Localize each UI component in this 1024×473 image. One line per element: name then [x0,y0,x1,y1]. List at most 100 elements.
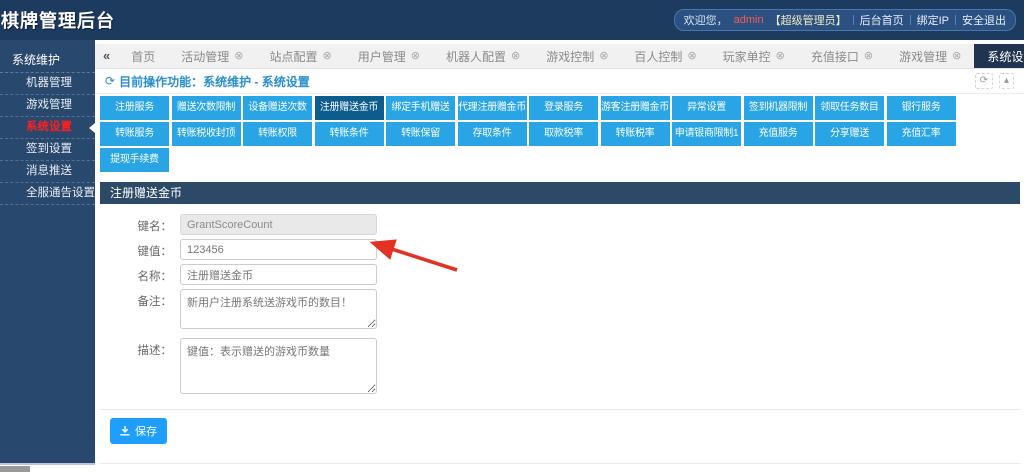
sidebar-item-label: 游戏管理 [26,99,72,111]
sidebar-item-game-management[interactable]: 游戏管理 [0,95,95,117]
tab-close-icon[interactable]: ⊗ [687,51,696,62]
tab-user-management[interactable]: 用户管理 ⊗ [345,44,433,68]
sidebar-item-message-push[interactable]: 消息推送 [0,161,95,183]
tab-hundred-player-control[interactable]: 百人控制 ⊗ [621,44,709,68]
refresh-icon[interactable]: ⟳ [975,73,993,89]
tabs-scroll-left-icon[interactable]: « [95,44,118,68]
settings-nav-button[interactable]: 提现手续费 [100,148,169,172]
tab-label: 百人控制 [634,48,682,65]
settings-nav-button[interactable]: 银行服务 [887,96,956,120]
tab-label: 机器人配置 [446,48,506,65]
settings-nav-button[interactable]: 申请银商限制1 [672,122,741,146]
tab-robot-config[interactable]: 机器人配置 ⊗ [433,44,533,68]
settings-nav-button[interactable]: 异常设置 [672,96,741,120]
settings-nav-button-active[interactable]: 注册赠送金币 [315,96,384,120]
divider [100,463,1020,464]
username: admin [734,14,764,26]
form-row-key-value: 键值： [112,239,1024,260]
settings-nav-button[interactable]: 转账税率 [601,122,670,146]
tab-label: 玩家单控 [723,48,771,65]
tab-game-control[interactable]: 游戏控制 ⊗ [533,44,621,68]
settings-nav-button[interactable]: 转账权限 [243,122,312,146]
settings-nav-button[interactable]: 注册服务 [100,96,169,120]
tab-close-icon[interactable]: ⊗ [511,51,520,62]
settings-nav-button[interactable]: 领取任务数目 [815,96,884,120]
settings-nav-button[interactable]: 代理注册赠金币 [458,96,527,120]
tab-label: 游戏管理 [899,48,947,65]
breadcrumb: 目前操作功能：系统维护 - 系统设置 [119,73,310,90]
sidebar-group-system-maintenance[interactable]: 系统维护 [0,48,95,73]
settings-nav-button[interactable]: 存取条件 [458,122,527,146]
tab-game-management[interactable]: 游戏管理 ⊗ [886,44,974,68]
settings-nav: 注册服务 赠送次数限制 设备赠送次数 注册赠送金币 绑定手机赠送 代理注册赠金币… [100,96,962,174]
settings-nav-button[interactable]: 充值汇率 [887,122,956,146]
tab-label: 用户管理 [358,48,406,65]
sidebar-item-label: 消息推送 [26,165,72,177]
link-logout[interactable]: 安全退出 [962,12,1006,28]
form-row-name: 名称： [112,264,1024,285]
settings-nav-button[interactable]: 转账条件 [315,122,384,146]
settings-nav-button[interactable]: 游客注册赠金币 [601,96,670,120]
divider [955,15,956,25]
description-label: 描述： [112,338,172,399]
form-row-key-name: 键名： [112,214,1024,235]
remark-label: 备注： [112,289,172,334]
tab-close-icon[interactable]: ⊗ [234,51,243,62]
tab-recharge-interface[interactable]: 充值接口 ⊗ [798,44,886,68]
tab-close-icon[interactable]: ⊗ [864,51,873,62]
sidebar-item-label: 全服通告设置 [26,187,95,199]
tab-close-icon[interactable]: ⊗ [599,51,608,62]
settings-nav-button[interactable]: 登录服务 [529,96,598,120]
collapse-icon[interactable]: ▴ [999,73,1014,89]
settings-nav-button[interactable]: 分享赠送 [815,122,884,146]
tab-activity-management[interactable]: 活动管理 ⊗ [168,44,256,68]
settings-form: 键名： 键值： 名称： 备注： 新用户注册系统送游戏币的 [112,214,1024,399]
main-area: « 首页 活动管理 ⊗ 站点配置 ⊗ 用户管理 ⊗ 机器人配置 ⊗ 游戏控制 [95,40,1024,464]
tab-close-icon[interactable]: ⊗ [952,51,961,62]
panel-title: 注册赠送金币 [100,182,1020,204]
sidebar: 系统维护 机器管理 游戏管理 系统设置 签到设置 消息推送 全服通告设置 [0,40,95,465]
tab-close-icon[interactable]: ⊗ [776,51,785,62]
link-backend-home[interactable]: 后台首页 [860,12,904,28]
key-value-field[interactable] [180,239,377,260]
tab-home[interactable]: 首页 [118,44,168,68]
horizontal-scrollbar-thumb[interactable] [0,466,30,472]
tab-player-single-control[interactable]: 玩家单控 ⊗ [710,44,798,68]
tab-strip: « 首页 活动管理 ⊗ 站点配置 ⊗ 用户管理 ⊗ 机器人配置 ⊗ 游戏控制 [95,44,1024,69]
tab-label: 首页 [131,48,155,65]
save-row: 保存 [100,410,1024,453]
settings-nav-button[interactable]: 转账保留 [386,122,455,146]
key-name-field[interactable] [180,214,377,235]
sidebar-item-global-announcement[interactable]: 全服通告设置 [0,183,95,205]
tab-label: 游戏控制 [546,48,594,65]
settings-nav-button[interactable]: 转账税收封顶 [172,122,241,146]
welcome-text: 欢迎您， [684,12,728,28]
tab-site-config[interactable]: 站点配置 ⊗ [256,44,344,68]
sidebar-item-machine-management[interactable]: 机器管理 [0,73,95,95]
link-bind-ip[interactable]: 绑定IP [917,12,949,28]
settings-nav-button[interactable]: 绑定手机赠送 [386,96,455,120]
settings-nav-button[interactable]: 签到机器限制 [744,96,813,120]
save-button[interactable]: 保存 [110,418,167,444]
sidebar-item-system-settings[interactable]: 系统设置 [0,117,95,139]
breadcrumb-marker-icon: ⟳ [105,74,115,88]
divider [853,15,854,25]
top-header: 棋牌管理后台 欢迎您， admin 【超级管理员】 后台首页 绑定IP 安全退出 [0,0,1024,40]
save-icon [120,426,130,436]
description-field[interactable]: 键值：表示赠送的游戏币数量 [180,338,377,394]
settings-nav-button[interactable]: 设备赠送次数 [243,96,312,120]
settings-nav-button[interactable]: 赠送次数限制 [172,96,241,120]
tab-label: 活动管理 [181,48,229,65]
settings-nav-button[interactable]: 转账服务 [100,122,169,146]
sidebar-item-label: 系统设置 [26,121,72,133]
sidebar-item-checkin-settings[interactable]: 签到设置 [0,139,95,161]
name-field[interactable] [180,264,377,285]
divider [910,15,911,25]
tab-close-icon[interactable]: ⊗ [411,51,420,62]
sidebar-item-label: 机器管理 [26,77,72,89]
settings-nav-button[interactable]: 取款税率 [529,122,598,146]
settings-nav-button[interactable]: 充值服务 [744,122,813,146]
tab-system-settings[interactable]: 系统设置 ⊗ [974,44,1024,68]
tab-close-icon[interactable]: ⊗ [323,51,332,62]
remark-field[interactable]: 新用户注册系统送游戏币的数目！ [180,289,377,329]
